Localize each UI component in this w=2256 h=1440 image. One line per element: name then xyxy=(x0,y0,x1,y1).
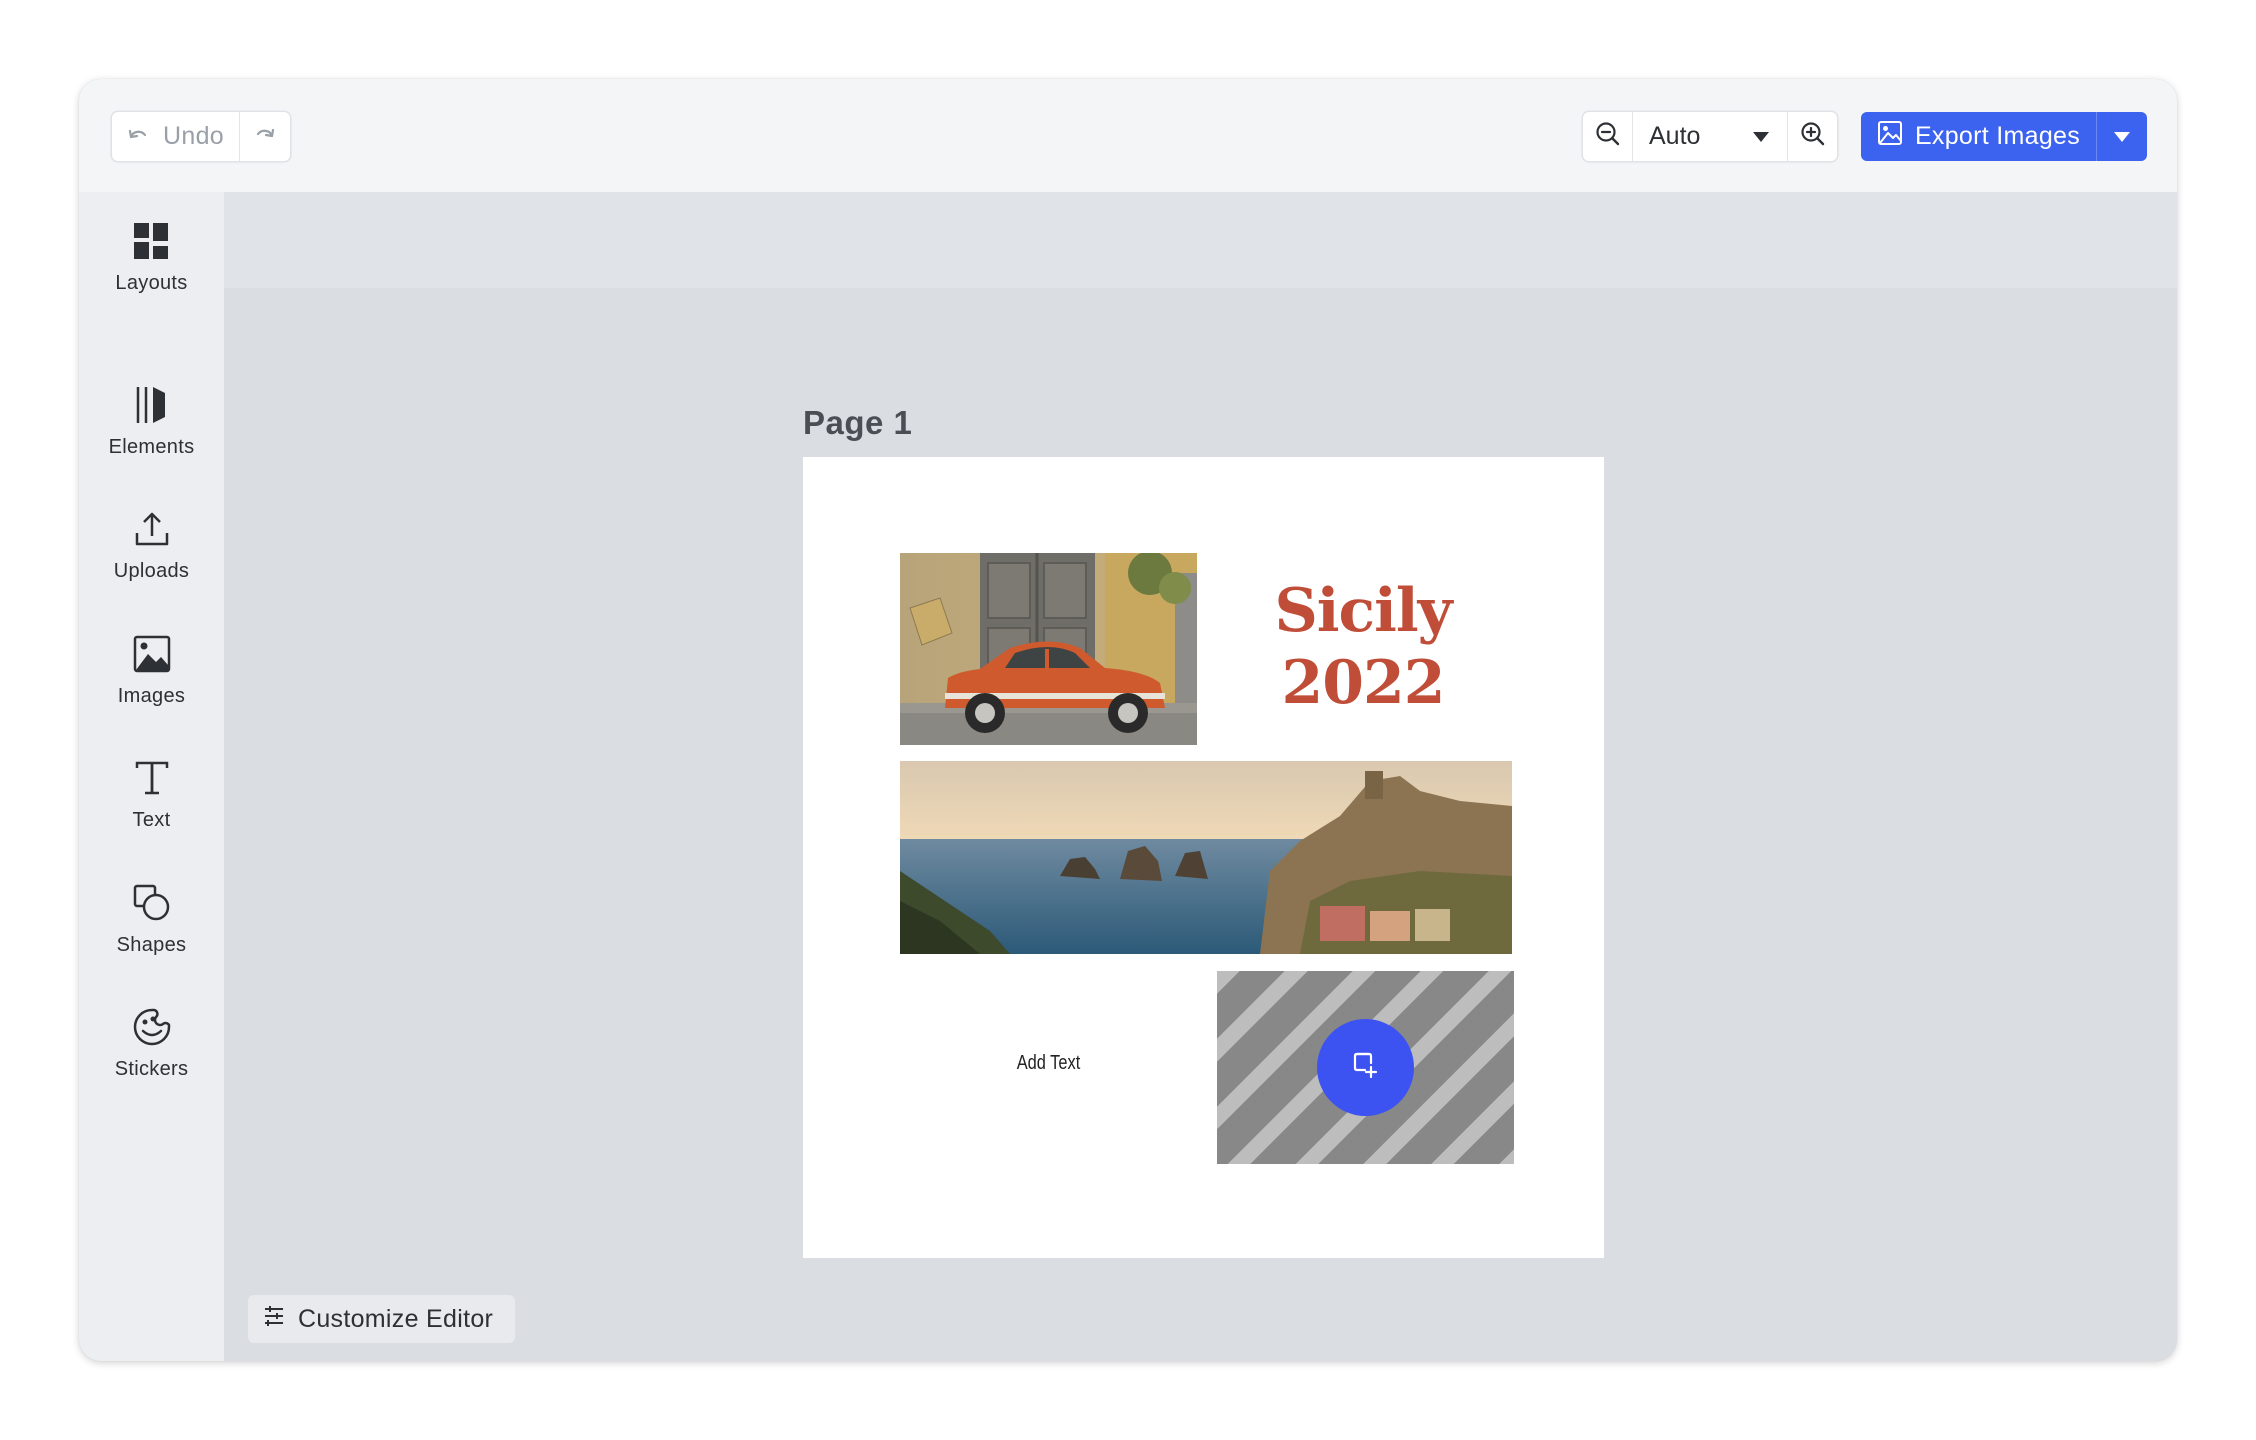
export-images-button[interactable]: Export Images xyxy=(1861,112,2097,161)
sidebar: Layouts Elements Uploads Images Text Sha… xyxy=(79,192,224,1361)
sidebar-item-elements[interactable]: Elements xyxy=(79,382,224,459)
car-photo[interactable] xyxy=(900,553,1197,745)
zoom-value: Auto xyxy=(1649,122,1701,150)
export-label: Export Images xyxy=(1914,122,2081,150)
sidebar-item-layouts[interactable]: Layouts xyxy=(79,218,224,295)
sidebar-item-label: Shapes xyxy=(116,934,187,956)
zoom-in-icon xyxy=(1800,121,1826,152)
undo-icon xyxy=(127,122,149,151)
customize-editor-button[interactable]: Customize Editor xyxy=(248,1295,515,1343)
editor-window: Undo Auto Export Images Layouts Elements… xyxy=(79,79,2177,1361)
elements-icon xyxy=(132,382,172,428)
undo-label: Undo xyxy=(163,122,224,150)
undo-button[interactable]: Undo xyxy=(112,112,240,161)
image-placeholder[interactable] xyxy=(1217,971,1514,1164)
sidebar-item-label: Uploads xyxy=(113,560,190,582)
shapes-icon xyxy=(132,880,172,926)
sidebar-item-shapes[interactable]: Shapes xyxy=(79,880,224,957)
sidebar-item-images[interactable]: Images xyxy=(79,631,224,708)
sidebar-item-label: Layouts xyxy=(115,272,188,294)
text-icon xyxy=(132,755,172,801)
history-controls: Undo xyxy=(112,112,290,161)
canvas-header-area xyxy=(224,192,2177,288)
zoom-controls: Auto xyxy=(1583,112,1837,161)
add-text-placeholder[interactable]: Add Text xyxy=(927,1052,1171,1075)
sticker-icon xyxy=(132,1004,172,1050)
add-image-icon xyxy=(1351,1050,1381,1085)
redo-icon xyxy=(254,125,276,148)
zoom-select[interactable]: Auto xyxy=(1633,112,1787,161)
title-text[interactable]: Sicily 2022 xyxy=(1213,575,1513,719)
sidebar-item-label: Elements xyxy=(108,436,195,458)
image-icon xyxy=(132,631,172,677)
sliders-icon xyxy=(262,1304,286,1335)
export-options-button[interactable] xyxy=(2097,112,2147,161)
layouts-icon xyxy=(132,218,172,264)
add-image-button[interactable] xyxy=(1317,1019,1414,1116)
redo-button[interactable] xyxy=(240,112,290,161)
sidebar-item-text[interactable]: Text xyxy=(79,755,224,832)
sidebar-item-label: Stickers xyxy=(114,1058,189,1080)
page-title: Page 1 xyxy=(803,404,913,441)
chevron-down-icon xyxy=(2114,131,2130,142)
top-toolbar: Undo Auto Export Images xyxy=(79,79,2177,192)
customize-label: Customize Editor xyxy=(298,1304,494,1333)
image-export-icon xyxy=(1877,120,1903,153)
design-page[interactable]: Sicily 2022 Add Text xyxy=(803,457,1604,1258)
export-controls: Export Images xyxy=(1861,112,2147,161)
title-line-2: 2022 xyxy=(1281,648,1446,718)
sidebar-item-label: Text xyxy=(132,809,171,831)
sidebar-item-label: Images xyxy=(117,685,186,707)
sidebar-item-stickers[interactable]: Stickers xyxy=(79,1004,224,1081)
zoom-out-icon xyxy=(1595,121,1621,152)
title-line-1: Sicily xyxy=(1274,576,1452,646)
zoom-out-button[interactable] xyxy=(1583,112,1633,161)
chevron-down-icon xyxy=(1753,131,1769,142)
sidebar-item-uploads[interactable]: Uploads xyxy=(79,506,224,583)
zoom-in-button[interactable] xyxy=(1787,112,1837,161)
coast-photo[interactable] xyxy=(900,761,1512,954)
upload-icon xyxy=(132,506,172,552)
